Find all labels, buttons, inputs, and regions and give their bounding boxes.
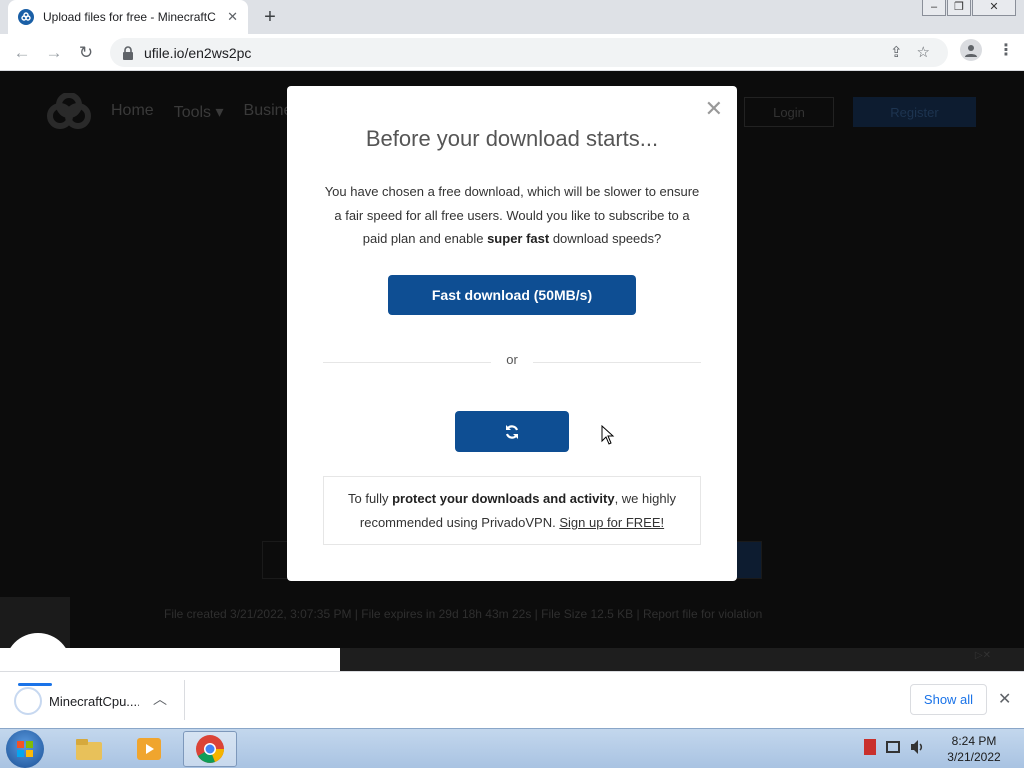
chrome-taskbar-icon[interactable] (183, 731, 237, 767)
back-icon[interactable]: ← (10, 41, 34, 65)
modal-title: Before your download starts... (365, 126, 659, 151)
nav-tools[interactable]: Tools ▾ (174, 102, 224, 122)
show-all-button[interactable]: Show all (910, 684, 987, 715)
start-button[interactable] (6, 730, 44, 768)
download-progress-icon (14, 683, 52, 715)
download-modal: ✕ Before your download starts... You hav… (287, 86, 737, 581)
tab-strip: Upload files for free - MinecraftC ✕ + ‒… (0, 0, 1024, 34)
window-controls: ‒ ❐ ✕ (921, 0, 1016, 16)
browser-toolbar: ← → ↻ ufile.io/en2ws2pc ⇪ ☆ ⋮ (0, 34, 1024, 71)
download-shelf: MinecraftCpu.... ︿ Show all ✕ (0, 671, 1024, 728)
browser-tab[interactable]: Upload files for free - MinecraftC ✕ (8, 0, 248, 34)
system-tray (864, 739, 924, 755)
site-nav: Home Tools ▾ Busine (111, 102, 292, 122)
tab-close-icon[interactable]: ✕ (227, 9, 238, 25)
or-text: or (506, 352, 518, 367)
action-center-flag-icon[interactable] (864, 739, 876, 755)
kebab-menu-icon[interactable]: ⋮ (998, 40, 1014, 60)
fast-download-button[interactable]: Fast download (50MB/s) (388, 275, 636, 315)
or-divider: or (323, 350, 701, 368)
shelf-close-icon[interactable]: ✕ (998, 689, 1011, 709)
bookmark-star-icon[interactable]: ☆ (917, 43, 930, 61)
forward-icon[interactable]: → (42, 41, 66, 65)
share-icon[interactable]: ⇪ (890, 43, 903, 61)
slow-download-button[interactable] (455, 411, 569, 452)
vpn-recommendation: To fully protect your downloads and acti… (323, 476, 701, 545)
new-tab-button[interactable]: + (258, 6, 282, 28)
modal-close-icon[interactable]: ✕ (705, 98, 723, 120)
download-file-name: MinecraftCpu.... (49, 693, 139, 709)
mouse-cursor-icon (601, 425, 615, 445)
media-player-taskbar-icon[interactable] (122, 731, 176, 767)
restore-button[interactable]: ❐ (947, 0, 971, 16)
window-close-button[interactable]: ✕ (972, 0, 1016, 16)
vpn-signup-link[interactable]: Sign up for FREE! (559, 515, 664, 530)
modal-description: You have chosen a free download, which w… (324, 184, 700, 246)
download-item[interactable]: MinecraftCpu.... (14, 683, 139, 715)
register-button[interactable]: Register (853, 97, 976, 127)
tab-title: Upload files for free - MinecraftC (43, 10, 216, 24)
lock-icon (123, 45, 133, 60)
login-button[interactable]: Login (744, 97, 834, 127)
profile-avatar-icon[interactable] (960, 39, 982, 61)
taskbar-clock[interactable]: 8:24 PM 3/21/2022 (934, 733, 1014, 765)
file-info-bar: File created 3/21/2022, 3:07:35 PM | Fil… (164, 607, 763, 621)
clock-time: 8:24 PM (951, 734, 997, 748)
ad-banner: ▷✕ (340, 648, 1024, 671)
ufile-logo (46, 92, 92, 134)
explorer-taskbar-icon[interactable] (62, 731, 116, 767)
chevron-up-icon[interactable]: ︿ (153, 689, 167, 709)
url-text: ufile.io/en2ws2pc (144, 44, 252, 61)
volume-icon[interactable] (910, 739, 924, 755)
minimize-button[interactable]: ‒ (922, 0, 946, 16)
nav-business[interactable]: Busine (244, 102, 293, 122)
reload-icon[interactable]: ↻ (74, 41, 98, 65)
refresh-icon (505, 424, 519, 439)
clock-date: 3/21/2022 (947, 750, 1001, 764)
nav-home[interactable]: Home (111, 102, 154, 122)
address-bar[interactable]: ufile.io/en2ws2pc ⇪ ☆ (110, 38, 948, 67)
ufile-favicon-icon (18, 9, 34, 25)
network-icon[interactable] (886, 741, 900, 753)
taskbar: 8:24 PM 3/21/2022 (0, 728, 1024, 768)
